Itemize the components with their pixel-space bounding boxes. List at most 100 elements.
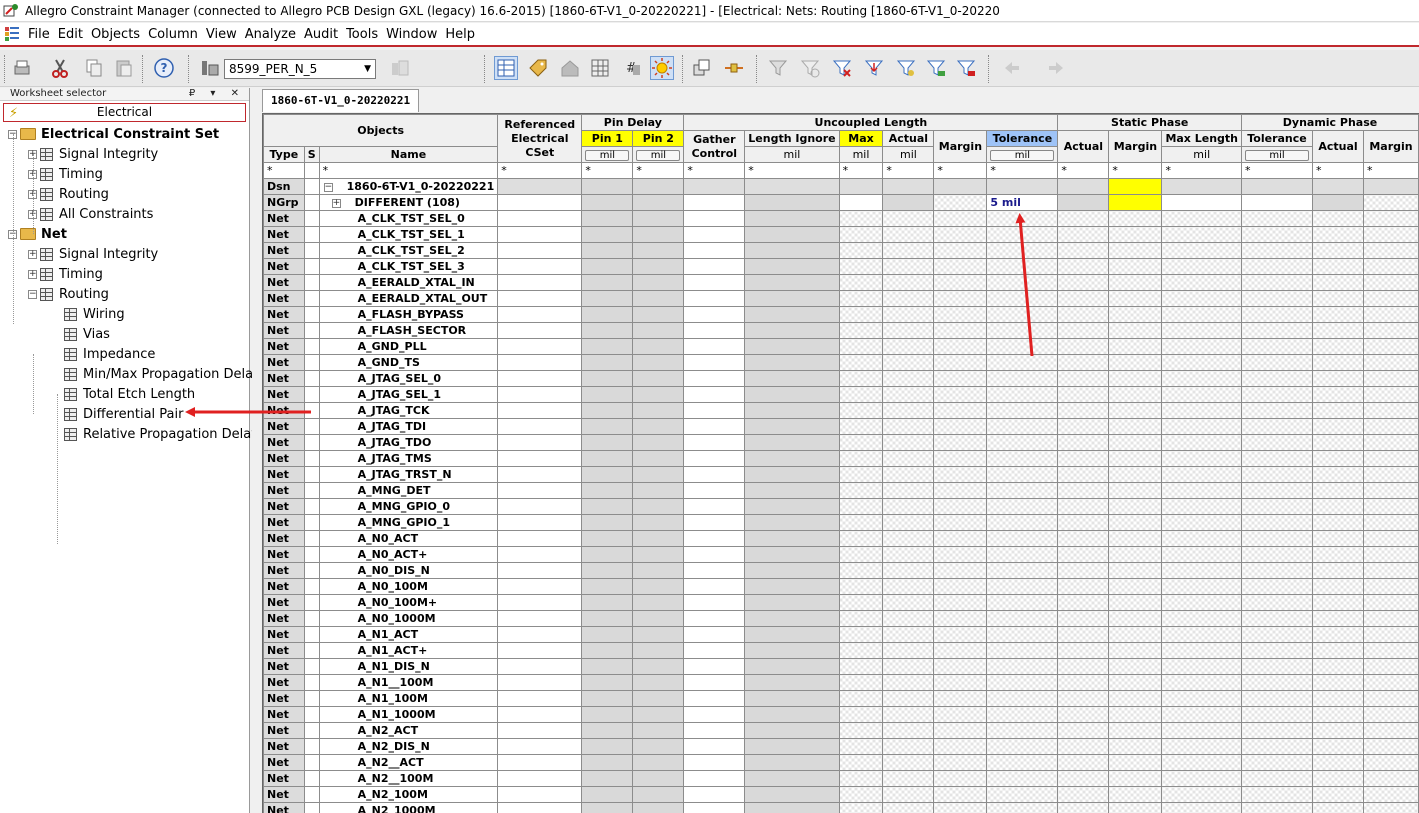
dynamic-tolerance-cell[interactable] (1241, 386, 1313, 403)
max-cell[interactable] (838, 530, 884, 547)
menu-file[interactable]: File (24, 27, 54, 42)
gather-control-header[interactable]: Gather Control (683, 130, 746, 163)
max-length-cell[interactable] (1161, 722, 1242, 739)
s-cell[interactable] (303, 754, 320, 771)
max-length-cell[interactable] (1161, 610, 1242, 627)
name-cell[interactable]: A_FLASH_BYPASS (318, 306, 499, 323)
tree-item-vias[interactable]: Vias (52, 324, 110, 344)
s-header[interactable]: S (303, 146, 320, 163)
ref-cset-cell[interactable] (497, 466, 583, 483)
dynamic-tolerance-cell[interactable] (1241, 322, 1313, 339)
menu-window[interactable]: Window (382, 27, 441, 42)
pin2-cell[interactable] (632, 738, 685, 755)
ref-cset-cell[interactable] (497, 498, 583, 515)
dynamic-tolerance-cell[interactable] (1241, 594, 1313, 611)
gather-cell[interactable] (683, 786, 746, 803)
filter-cell[interactable]: * (318, 162, 499, 179)
max-length-cell[interactable] (1161, 498, 1242, 515)
name-cell[interactable]: A_CLK_TST_SEL_1 (318, 226, 499, 243)
max-length-header[interactable]: Max Length (1161, 130, 1242, 147)
ref-cset-cell[interactable] (497, 722, 583, 739)
length-ignore-cell[interactable] (744, 210, 840, 227)
s-cell[interactable] (303, 626, 320, 643)
dynamic-tolerance-cell[interactable] (1241, 498, 1313, 515)
name-cell[interactable]: A_N1_ACT (318, 626, 499, 643)
s-cell[interactable] (303, 290, 320, 307)
gather-cell[interactable] (683, 802, 746, 813)
max-length-cell[interactable] (1161, 450, 1242, 467)
max-cell[interactable] (838, 338, 884, 355)
pin2-cell[interactable] (632, 274, 685, 291)
max-length-cell[interactable] (1161, 274, 1242, 291)
s-cell[interactable] (303, 578, 320, 595)
pin1-cell[interactable] (581, 610, 634, 627)
max-length-cell[interactable] (1161, 578, 1242, 595)
dynamic-tolerance-cell[interactable] (1241, 274, 1313, 291)
filter-cell[interactable]: * (683, 162, 746, 179)
menu-audit[interactable]: Audit (300, 27, 342, 42)
name-cell[interactable]: A_GND_PLL (318, 338, 499, 355)
max-cell[interactable] (838, 674, 884, 691)
table-row[interactable]: Net A_EERALD_XTAL_IN (263, 274, 1419, 291)
pin2-cell[interactable] (632, 786, 685, 803)
pin1-cell[interactable] (581, 242, 634, 259)
tree-item-relative-propagation-delay[interactable]: Relative Propagation Delay (52, 424, 259, 444)
uncoupled-length-header[interactable]: Uncoupled Length (683, 114, 1059, 131)
name-cell[interactable]: A_CLK_TST_SEL_2 (318, 242, 499, 259)
dynamic-tolerance-cell[interactable] (1241, 546, 1313, 563)
pin2-cell[interactable] (632, 530, 685, 547)
tolerance-cell[interactable] (986, 498, 1059, 515)
menu-analyze[interactable]: Analyze (241, 27, 300, 42)
max-cell[interactable] (838, 258, 884, 275)
max-cell[interactable] (838, 482, 884, 499)
max-length-cell[interactable] (1161, 290, 1242, 307)
tag-icon[interactable] (526, 56, 550, 80)
gather-cell[interactable] (683, 402, 746, 419)
pin1-cell[interactable] (581, 626, 634, 643)
max-cell[interactable] (838, 770, 884, 787)
tree-item-electrical-constraint-set[interactable]: − Electrical Constraint Set (8, 124, 219, 144)
max-length-cell[interactable] (1161, 338, 1242, 355)
gather-cell[interactable] (683, 226, 746, 243)
tolerance-cell[interactable] (986, 722, 1059, 739)
gather-cell[interactable] (683, 578, 746, 595)
pin2-cell[interactable] (632, 466, 685, 483)
length-ignore-cell[interactable] (744, 354, 840, 371)
length-ignore-cell[interactable] (744, 418, 840, 435)
name-cell[interactable]: A_MNG_GPIO_1 (318, 514, 499, 531)
max-cell[interactable] (838, 514, 884, 531)
ref-cset-cell[interactable] (497, 610, 583, 627)
table-row[interactable]: Net A_MNG_DET (263, 482, 1419, 499)
tolerance-cell[interactable] (986, 418, 1059, 435)
max-length-cell[interactable] (1161, 482, 1242, 499)
s-cell[interactable] (303, 706, 320, 723)
length-ignore-cell[interactable] (744, 338, 840, 355)
house-icon[interactable] (558, 56, 582, 80)
gather-cell[interactable] (683, 322, 746, 339)
gather-cell[interactable] (683, 178, 746, 195)
gather-cell[interactable] (683, 658, 746, 675)
table-row[interactable]: Net A_N2__100M (263, 770, 1419, 787)
s-cell[interactable] (303, 562, 320, 579)
tolerance-cell[interactable] (986, 482, 1059, 499)
pin2-cell[interactable] (632, 226, 685, 243)
pin2-cell[interactable] (632, 290, 685, 307)
ref-cset-cell[interactable] (497, 546, 583, 563)
tree-item-total-etch-length[interactable]: Total Etch Length (52, 384, 195, 404)
name-cell[interactable]: A_GND_TS (318, 354, 499, 371)
name-cell[interactable]: A_N2_1000M (318, 802, 499, 813)
worksheet-view-icon[interactable] (494, 56, 518, 80)
collapse-icon[interactable]: − (28, 289, 37, 299)
tree-item-timing[interactable]: + Timing (28, 264, 103, 284)
tree-item-timing[interactable]: + Timing (28, 164, 103, 184)
filter-cell[interactable]: * (1312, 162, 1364, 179)
pin2-cell[interactable] (632, 418, 685, 435)
tolerance-cell[interactable] (986, 514, 1059, 531)
max-length-cell[interactable] (1161, 594, 1242, 611)
filter-cell[interactable]: * (986, 162, 1059, 179)
length-ignore-cell[interactable] (744, 402, 840, 419)
table-row[interactable]: Net A_N1_ACT (263, 626, 1419, 643)
pin2-cell[interactable] (632, 562, 685, 579)
dynamic-tolerance-cell[interactable] (1241, 690, 1313, 707)
dynamic-tolerance-cell[interactable] (1241, 658, 1313, 675)
